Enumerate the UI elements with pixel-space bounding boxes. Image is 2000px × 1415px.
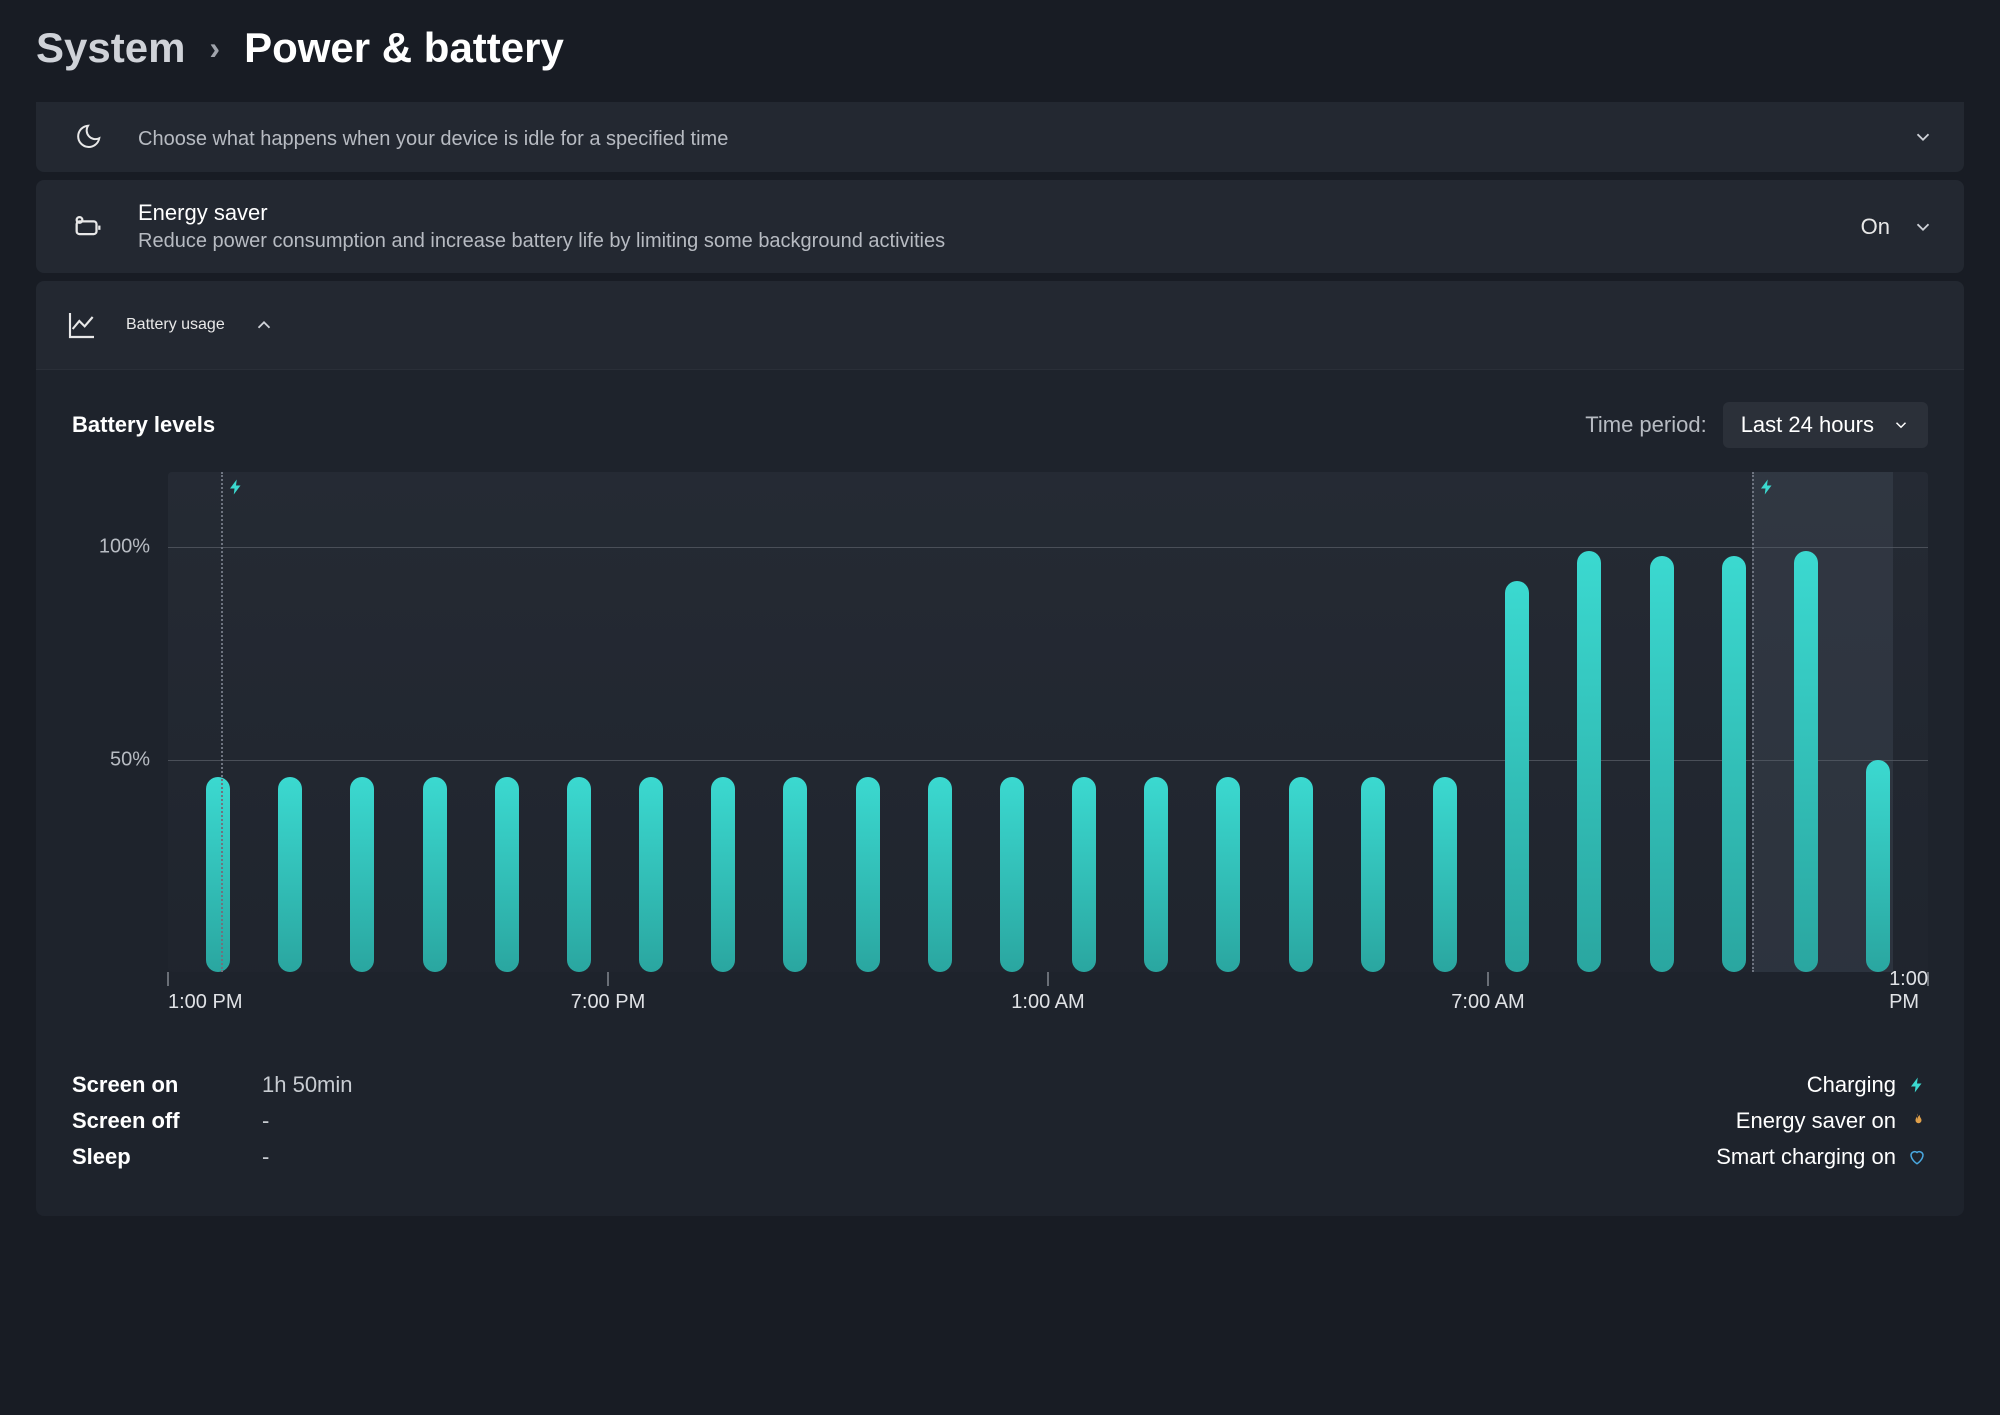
battery-usage-title: Battery usage — [126, 316, 225, 334]
charge-marker — [1752, 472, 1754, 972]
screen-on-value: 1h 50min — [262, 1072, 353, 1098]
y-tick: 100% — [99, 536, 150, 559]
x-tick: 1:00 PM — [1889, 968, 1928, 1014]
bar[interactable] — [543, 472, 615, 972]
x-tick: 1:00 AM — [1011, 991, 1084, 1014]
bar[interactable] — [471, 472, 543, 972]
x-tick: 7:00 PM — [571, 991, 645, 1014]
bolt-icon — [1758, 478, 1776, 496]
bolt-icon — [1906, 1076, 1928, 1094]
bar[interactable] — [182, 472, 254, 972]
bar[interactable] — [1553, 472, 1625, 972]
y-tick: 50% — [110, 748, 150, 771]
bar[interactable] — [1625, 472, 1697, 972]
legend-energy-saver: Energy saver on — [1736, 1108, 1896, 1134]
bar[interactable] — [1770, 472, 1842, 972]
bar[interactable] — [904, 472, 976, 972]
time-period-value: Last 24 hours — [1741, 412, 1874, 438]
chevron-down-icon — [1912, 126, 1934, 148]
screen-off-value: - — [262, 1108, 269, 1134]
bar[interactable] — [1698, 472, 1770, 972]
bar[interactable] — [687, 472, 759, 972]
idle-subtitle: Choose what happens when your device is … — [138, 128, 1884, 151]
moon-icon — [66, 122, 110, 152]
x-tick: 7:00 AM — [1451, 991, 1524, 1014]
chevron-down-icon — [1892, 416, 1910, 434]
bar[interactable] — [615, 472, 687, 972]
bar[interactable] — [759, 472, 831, 972]
bar[interactable] — [1481, 472, 1553, 972]
x-tick: 1:00 PM — [168, 991, 242, 1014]
battery-saver-icon — [66, 210, 110, 244]
breadcrumb: System › Power & battery — [0, 0, 2000, 102]
bar[interactable] — [1192, 472, 1264, 972]
chevron-up-icon — [253, 314, 275, 336]
bar[interactable] — [254, 472, 326, 972]
bar[interactable] — [1842, 472, 1914, 972]
battery-chart: 100% 50% 1:00 PM 7:00 PM 1:00 AM 7:00 AM 1:0… — [72, 472, 1928, 1032]
energy-saver-status: On — [1861, 214, 1890, 240]
bar[interactable] — [326, 472, 398, 972]
bar[interactable] — [1265, 472, 1337, 972]
bar[interactable] — [1048, 472, 1120, 972]
sleep-label: Sleep — [72, 1144, 222, 1170]
battery-usage-header[interactable]: Battery usage — [36, 281, 1964, 369]
legend-charging: Charging — [1807, 1072, 1896, 1098]
breadcrumb-current: Power & battery — [244, 24, 564, 72]
idle-settings-card[interactable]: Choose what happens when your device is … — [36, 102, 1964, 172]
bar[interactable] — [976, 472, 1048, 972]
bar[interactable] — [1409, 472, 1481, 972]
bar[interactable] — [832, 472, 904, 972]
screen-off-label: Screen off — [72, 1108, 222, 1134]
bars-container[interactable] — [168, 472, 1928, 972]
bar[interactable] — [1120, 472, 1192, 972]
chevron-right-icon: › — [209, 30, 220, 67]
legend-smart-charging: Smart charging on — [1716, 1144, 1896, 1170]
heart-icon — [1906, 1148, 1928, 1166]
time-period-label: Time period: — [1585, 412, 1706, 438]
screen-on-label: Screen on — [72, 1072, 222, 1098]
sleep-value: - — [262, 1144, 269, 1170]
energy-saver-subtitle: Reduce power consumption and increase ba… — [138, 230, 1833, 253]
charge-marker — [221, 472, 223, 972]
battery-levels-title: Battery levels — [72, 412, 215, 438]
time-period-dropdown[interactable]: Last 24 hours — [1723, 402, 1928, 448]
chart-icon — [66, 309, 98, 341]
chevron-down-icon — [1912, 216, 1934, 238]
bolt-icon — [227, 478, 245, 496]
flame-icon — [1906, 1112, 1928, 1130]
energy-saver-title: Energy saver — [138, 200, 1833, 226]
energy-saver-card[interactable]: Energy saver Reduce power consumption an… — [36, 180, 1964, 273]
breadcrumb-parent[interactable]: System — [36, 24, 185, 72]
bar[interactable] — [1337, 472, 1409, 972]
battery-usage-body: Battery levels Time period: Last 24 hour… — [36, 369, 1964, 1216]
bar[interactable] — [399, 472, 471, 972]
